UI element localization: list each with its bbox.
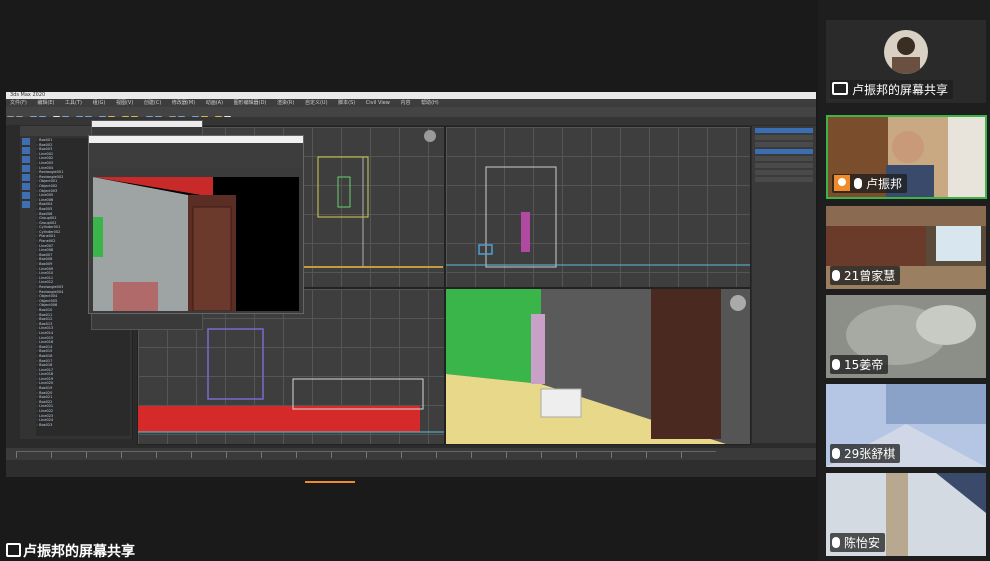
app-menubar: 文件(F) 编辑(E) 工具(T) 组(G) 视图(V) 创建(C) 修改器(M… — [6, 99, 816, 107]
viewport-front[interactable] — [445, 126, 751, 288]
app-titlebar: 3ds Max 2020 — [6, 92, 816, 99]
participant-name: 29张舒棋 — [830, 444, 901, 463]
main-toolbar — [6, 107, 816, 122]
mic-icon — [832, 537, 840, 548]
participant-panel: 卢振邦的屏幕共享 卢振邦 21曾家慧 15姜帝 29张舒棋 陈怡安 — [822, 20, 990, 561]
timeline[interactable] — [6, 448, 816, 460]
rendered-frame-options — [89, 143, 303, 168]
mic-icon — [832, 270, 840, 281]
participant-tile[interactable]: 15姜帝 — [826, 295, 986, 378]
participant-name: 21曾家慧 — [830, 266, 901, 285]
menu-civil-view[interactable]: Civil View — [366, 100, 390, 106]
rendered-frame-titlebar[interactable] — [89, 136, 303, 143]
filter-helpers-icon[interactable] — [22, 174, 30, 181]
participant-name: 15姜帝 — [830, 355, 889, 374]
filter-geometry-icon[interactable] — [22, 138, 30, 145]
menu-file[interactable]: 文件(F) — [10, 100, 27, 106]
participant-tile[interactable]: 21曾家慧 — [826, 206, 986, 289]
mic-icon — [854, 178, 862, 189]
participant-tile[interactable]: 卢振邦 — [826, 115, 987, 199]
render-preview — [93, 177, 299, 311]
modifier-stack-item[interactable] — [755, 149, 813, 154]
participant-tile[interactable]: 29张舒棋 — [826, 384, 986, 467]
participant-name: 卢振邦的屏幕共享 — [830, 80, 954, 99]
filter-spacewarps-icon[interactable] — [22, 183, 30, 190]
parameters-rollout[interactable] — [755, 163, 813, 168]
loading-progress — [305, 481, 355, 483]
track-bar[interactable] — [16, 451, 716, 458]
share-caption-text: 卢振邦的屏幕共享 — [23, 544, 135, 560]
menu-create[interactable]: 创建(C) — [144, 100, 161, 106]
menu-graph-editors[interactable]: 图形编辑器(D) — [234, 100, 267, 106]
menu-edit[interactable]: 编辑(E) — [37, 100, 54, 106]
modifier-stack-item[interactable] — [755, 156, 813, 161]
rendered-frame-window — [88, 135, 304, 314]
filter-groups-icon[interactable] — [22, 192, 30, 199]
parameters-rollout[interactable] — [755, 177, 813, 182]
viewport-perspective[interactable] — [445, 288, 751, 445]
create-tab[interactable] — [755, 128, 813, 133]
modifier-list[interactable] — [755, 142, 813, 147]
scene-explorer-toolbar — [22, 138, 32, 288]
status-bar — [6, 460, 816, 477]
render-setup-titlebar[interactable] — [92, 121, 202, 127]
menu-tools[interactable]: 工具(T) — [65, 100, 82, 106]
shared-3dsmax-window: 3ds Max 2020 文件(F) 编辑(E) 工具(T) 组(G) 视图(V… — [6, 92, 816, 477]
menu-animation[interactable]: 动画(A) — [206, 100, 223, 106]
filter-shapes-icon[interactable] — [22, 147, 30, 154]
object-name-field[interactable] — [755, 135, 813, 140]
shared-screen-stage: 3ds Max 2020 文件(F) 编辑(E) 工具(T) 组(G) 视图(V… — [0, 0, 818, 561]
participant-name: 陈怡安 — [830, 533, 886, 552]
viewport-front-drawing — [446, 166, 750, 268]
menu-views[interactable]: 视图(V) — [116, 100, 133, 106]
menu-group[interactable]: 组(G) — [93, 100, 106, 106]
menu-help[interactable]: 帮助(H) — [421, 100, 439, 106]
app-title: 3ds Max 2020 — [10, 92, 46, 98]
rendered-image — [93, 177, 299, 311]
menu-modifiers[interactable]: 修改器(M) — [172, 100, 195, 106]
menu-rendering[interactable]: 渲染(R) — [277, 100, 294, 106]
filter-lights-icon[interactable] — [22, 156, 30, 163]
participant-tile[interactable]: 陈怡安 — [826, 473, 986, 556]
scene-list-item[interactable]: ◦ Box023 — [36, 423, 130, 428]
menu-customize[interactable]: 自定义(U) — [305, 100, 328, 106]
filter-cameras-icon[interactable] — [22, 165, 30, 172]
participant-name: 卢振邦 — [832, 174, 908, 193]
share-caption: 卢振邦的屏幕共享 — [6, 541, 135, 561]
menu-scripting[interactable]: 脚本(S) — [338, 100, 355, 106]
menu-content[interactable]: 内容 — [400, 100, 410, 106]
viewport-perspective-drawing — [446, 289, 746, 444]
filter-xrefs-icon[interactable] — [22, 201, 30, 208]
screen-share-icon — [6, 543, 21, 557]
mic-icon — [832, 359, 840, 370]
mic-icon — [832, 448, 840, 459]
screen-share-icon — [832, 82, 848, 95]
participant-tile[interactable]: 卢振邦的屏幕共享 — [826, 20, 986, 103]
command-panel — [752, 126, 816, 443]
avatar — [884, 30, 928, 74]
parameters-rollout[interactable] — [755, 170, 813, 175]
user-icon — [834, 175, 850, 191]
